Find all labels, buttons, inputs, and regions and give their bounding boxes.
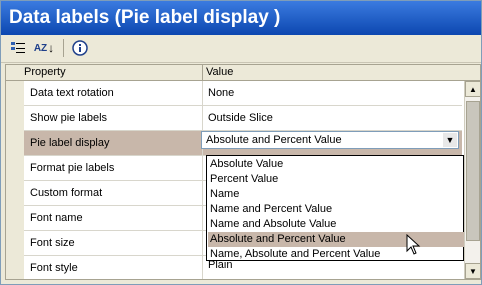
pie-label-display-select[interactable]: Absolute and Percent Value ▼ bbox=[201, 131, 459, 149]
chevron-down-icon[interactable]: ▼ bbox=[443, 133, 457, 147]
option-name-absolute-and-percent-value[interactable]: Name, Absolute and Percent Value bbox=[208, 247, 464, 262]
categorized-icon bbox=[11, 42, 25, 53]
header-divider bbox=[202, 65, 203, 80]
property-name: Font style bbox=[30, 262, 78, 274]
property-name: Font name bbox=[30, 212, 83, 224]
window-title: Data labels (Pie label display ) bbox=[1, 1, 481, 35]
scroll-thumb[interactable] bbox=[466, 101, 480, 241]
arrow-up-icon: ▲ bbox=[469, 84, 477, 94]
property-name: Data text rotation bbox=[30, 87, 114, 99]
option-percent-value[interactable]: Percent Value bbox=[208, 172, 464, 187]
row-show-pie-labels[interactable]: Show pie labels Outside Slice bbox=[24, 106, 462, 131]
properties-window: Data labels (Pie label display ) AZ ↓ Pr… bbox=[0, 0, 482, 285]
vertical-scrollbar[interactable]: ▲ ▼ bbox=[464, 81, 480, 279]
row-data-text-rotation[interactable]: Data text rotation None bbox=[24, 81, 462, 106]
option-name-and-percent-value[interactable]: Name and Percent Value bbox=[208, 202, 464, 217]
option-absolute-and-percent-value[interactable]: Absolute and Percent Value bbox=[208, 232, 464, 247]
row-gutter bbox=[6, 81, 24, 279]
column-divider bbox=[202, 106, 203, 130]
property-name: Show pie labels bbox=[30, 112, 108, 124]
option-name-and-absolute-value[interactable]: Name and Absolute Value bbox=[208, 217, 464, 232]
select-value: Absolute and Percent Value bbox=[206, 134, 342, 146]
categorized-button[interactable] bbox=[7, 38, 29, 58]
header-property: Property bbox=[24, 66, 66, 78]
property-name: Font size bbox=[30, 237, 75, 249]
arrow-down-icon: ▼ bbox=[469, 266, 477, 276]
scroll-up-button[interactable]: ▲ bbox=[465, 81, 480, 97]
column-divider bbox=[202, 231, 203, 255]
info-button[interactable] bbox=[69, 38, 91, 58]
property-name: Pie label display bbox=[30, 137, 110, 149]
grid-header: Property Value bbox=[6, 65, 480, 81]
header-value: Value bbox=[206, 66, 234, 78]
option-absolute-value[interactable]: Absolute Value bbox=[208, 157, 464, 172]
property-value: None bbox=[208, 87, 235, 99]
mouse-pointer-icon bbox=[406, 234, 421, 255]
column-divider bbox=[202, 156, 203, 180]
property-name: Format pie labels bbox=[30, 162, 115, 174]
column-divider bbox=[202, 81, 203, 105]
toolbar-separator bbox=[63, 39, 64, 57]
property-value: Outside Slice bbox=[208, 112, 273, 124]
column-divider bbox=[202, 256, 203, 279]
info-icon bbox=[72, 40, 88, 56]
toolbar: AZ ↓ bbox=[1, 35, 481, 63]
column-divider bbox=[202, 181, 203, 205]
column-divider bbox=[202, 206, 203, 230]
sort-az-icon: AZ bbox=[33, 42, 48, 54]
property-name: Custom format bbox=[30, 187, 103, 199]
option-name[interactable]: Name bbox=[208, 187, 464, 202]
dropdown-list: Absolute Value Percent Value Name Name a… bbox=[206, 155, 464, 261]
scroll-down-button[interactable]: ▼ bbox=[465, 263, 480, 279]
sort-az-button[interactable]: AZ ↓ bbox=[33, 38, 55, 58]
